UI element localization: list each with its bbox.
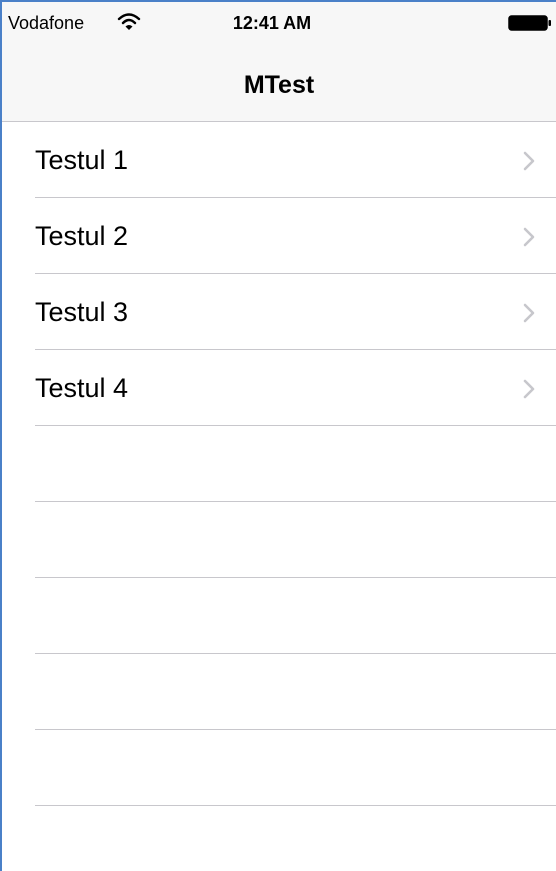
empty-row bbox=[2, 578, 556, 654]
list-item-testul-2[interactable]: Testul 2 bbox=[2, 198, 556, 274]
nav-title: MTest bbox=[243, 71, 315, 99]
table-list: Testul 1 Testul 2 Testul 3 Testul 4 bbox=[2, 122, 556, 871]
empty-row bbox=[2, 502, 556, 578]
top-bar: Vodafone 12:41 AM MTest bbox=[2, 2, 556, 122]
status-bar: Vodafone 12:41 AM bbox=[2, 2, 556, 42]
chevron-right-icon bbox=[523, 303, 535, 323]
list-item-label: Testul 3 bbox=[35, 297, 129, 327]
chevron-right-icon bbox=[523, 151, 535, 171]
list-item-testul-3[interactable]: Testul 3 bbox=[2, 274, 556, 350]
list-item-testul-4[interactable]: Testul 4 bbox=[2, 350, 556, 426]
list-item-label: Testul 4 bbox=[35, 373, 129, 403]
status-time: 12:41 AM bbox=[232, 13, 312, 33]
battery-icon bbox=[508, 15, 551, 31]
empty-row bbox=[2, 806, 556, 871]
list-item-testul-1[interactable]: Testul 1 bbox=[2, 122, 556, 198]
phone-screen: Vodafone 12:41 AM MTest Testul 1 Testul … bbox=[0, 0, 556, 871]
empty-row bbox=[2, 654, 556, 730]
list-item-label: Testul 2 bbox=[35, 221, 129, 251]
empty-row bbox=[2, 426, 556, 502]
chevron-right-icon bbox=[523, 379, 535, 399]
empty-row bbox=[2, 730, 556, 806]
list-item-label: Testul 1 bbox=[35, 145, 129, 175]
chevron-right-icon bbox=[523, 227, 535, 247]
